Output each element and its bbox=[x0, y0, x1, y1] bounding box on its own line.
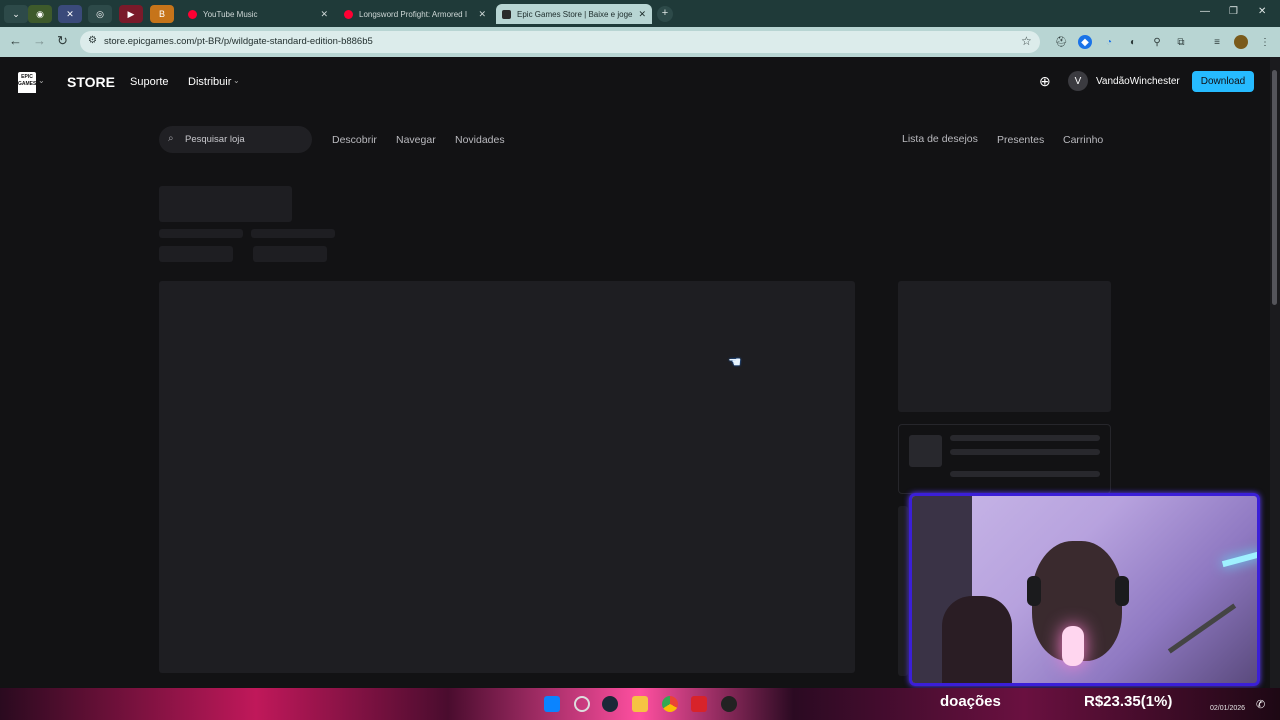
text-skeleton bbox=[950, 471, 1100, 477]
extension-icon[interactable]: ⚲ bbox=[1150, 35, 1164, 49]
tab-label: Longsword Profight: Armored I bbox=[359, 9, 468, 19]
media-carousel-skeleton bbox=[159, 281, 855, 673]
steam-icon[interactable] bbox=[602, 696, 618, 712]
subnav-cart[interactable]: Carrinho bbox=[1063, 134, 1103, 146]
new-tab-button[interactable]: + bbox=[657, 6, 673, 22]
subnav-wishlist[interactable]: Lista de desejos bbox=[902, 133, 978, 145]
text-skeleton bbox=[950, 449, 1100, 455]
extension-icon[interactable]: ⛑ bbox=[1054, 35, 1068, 49]
bookmark-star-icon[interactable]: ☆ bbox=[1021, 34, 1032, 48]
headset bbox=[1027, 576, 1041, 606]
gaming-chair bbox=[942, 596, 1012, 683]
rating-card-skeleton bbox=[898, 424, 1111, 494]
close-icon[interactable]: ✕ bbox=[638, 9, 646, 20]
username[interactable]: VandãoWinchester bbox=[1096, 76, 1180, 87]
site-info-icon[interactable]: ⚙ bbox=[88, 35, 97, 46]
donations-amount: R$23.35(1%) bbox=[1084, 693, 1173, 710]
microphone-light bbox=[1062, 626, 1084, 666]
mic-arm bbox=[1167, 603, 1237, 654]
obs-icon[interactable] bbox=[721, 696, 737, 712]
search-icon[interactable] bbox=[574, 696, 590, 712]
menu-kebab-icon[interactable]: ⋮ bbox=[1258, 35, 1272, 49]
subnav-browse[interactable]: Navegar bbox=[396, 134, 436, 146]
nav-support[interactable]: Suporte bbox=[130, 76, 169, 88]
search-icon: ⌕ bbox=[168, 133, 174, 144]
download-button[interactable]: Download bbox=[1192, 71, 1254, 92]
pinned-tab-icon[interactable]: ▶ bbox=[119, 5, 143, 23]
tab-label: Epic Games Store | Baixe e joge bbox=[517, 9, 633, 19]
tab-longsword[interactable]: Longsword Profight: Armored I ✕ bbox=[338, 4, 492, 24]
forward-icon[interactable]: → bbox=[33, 33, 46, 48]
extension-icon[interactable]: ◔ bbox=[1102, 35, 1116, 49]
text-skeleton bbox=[251, 229, 335, 238]
app-icon[interactable] bbox=[691, 696, 707, 712]
account-avatar[interactable]: V bbox=[1068, 71, 1088, 91]
chrome-icon[interactable] bbox=[662, 696, 678, 712]
profile-avatar[interactable] bbox=[1234, 35, 1248, 49]
back-icon[interactable]: ← bbox=[9, 33, 22, 48]
close-window-icon[interactable]: ✕ bbox=[1258, 6, 1266, 17]
subnav-discover[interactable]: Descobrir bbox=[332, 134, 377, 146]
browser-tab-strip: ⌄ ◉ ✕ ◎ ▶ B YouTube Music ✕ Longsword Pr… bbox=[0, 0, 1280, 27]
text-skeleton bbox=[159, 229, 243, 238]
url-text: store.epicgames.com/pt-BR/p/wildgate-sta… bbox=[104, 36, 373, 47]
logo-skeleton bbox=[898, 281, 1111, 412]
tab-label: YouTube Music bbox=[203, 9, 258, 19]
media-control-icon[interactable]: ≡ bbox=[1210, 35, 1224, 49]
tab-search-icon[interactable]: ⌄ bbox=[4, 5, 28, 23]
extension-icon[interactable]: ◆ bbox=[1078, 35, 1092, 49]
notification-icon[interactable]: ✆ bbox=[1256, 698, 1265, 711]
text-skeleton bbox=[950, 435, 1100, 441]
donations-label: doações bbox=[940, 693, 1001, 710]
tab-youtube-music[interactable]: YouTube Music ✕ bbox=[182, 4, 334, 24]
scrollbar-thumb[interactable] bbox=[1272, 70, 1277, 305]
youtube-icon bbox=[344, 9, 353, 19]
epic-games-logo[interactable]: EPIC GAMES bbox=[18, 72, 36, 93]
chevron-down-icon[interactable]: ⌄ bbox=[38, 76, 45, 85]
tab-epic-games[interactable]: Epic Games Store | Baixe e joge ✕ bbox=[496, 4, 652, 24]
minimize-icon[interactable]: — bbox=[1200, 6, 1210, 17]
pinned-tab-icon[interactable]: ◎ bbox=[88, 5, 112, 23]
address-bar[interactable]: ⚙ store.epicgames.com/pt-BR/p/wildgate-s… bbox=[80, 31, 1040, 53]
pinned-tab-icon[interactable]: ◉ bbox=[28, 5, 52, 23]
title-skeleton bbox=[159, 186, 292, 222]
tag-skeleton bbox=[253, 246, 327, 262]
tag-skeleton bbox=[159, 246, 233, 262]
pinned-tab-icon[interactable]: B bbox=[150, 5, 174, 23]
close-icon[interactable]: ✕ bbox=[478, 9, 486, 20]
search-input[interactable]: ⌕ Pesquisar loja bbox=[159, 126, 312, 153]
globe-icon[interactable]: ⊕ bbox=[1039, 73, 1051, 90]
headset bbox=[1115, 576, 1129, 606]
nav-distribute[interactable]: Distribuir bbox=[188, 76, 231, 88]
file-explorer-icon[interactable] bbox=[632, 696, 648, 712]
close-icon[interactable]: ✕ bbox=[320, 9, 328, 20]
subnav-news[interactable]: Novidades bbox=[455, 134, 505, 146]
maximize-icon[interactable]: ❐ bbox=[1229, 6, 1238, 17]
extensions-puzzle-icon[interactable]: ⧉ bbox=[1174, 35, 1188, 49]
epic-header: EPIC GAMES ⌄ STORE Suporte Distribuir ⌄ … bbox=[0, 57, 1280, 105]
store-link[interactable]: STORE bbox=[67, 74, 115, 90]
windows-start-icon[interactable] bbox=[544, 696, 560, 712]
loading-cursor-icon: ☚ bbox=[728, 354, 742, 371]
search-placeholder: Pesquisar loja bbox=[185, 134, 245, 145]
youtube-music-icon bbox=[188, 9, 197, 19]
details-skeleton bbox=[898, 506, 908, 676]
subnav-gifts[interactable]: Presentes bbox=[997, 134, 1044, 146]
taskbar-clock: 02/01/2026 bbox=[1210, 705, 1246, 712]
extension-icon[interactable]: ◐ bbox=[1126, 35, 1140, 49]
chevron-down-icon: ⌄ bbox=[233, 76, 240, 85]
reload-icon[interactable]: ↻ bbox=[57, 33, 68, 49]
icon-skeleton bbox=[909, 435, 942, 467]
browser-toolbar: ← → ↻ ⚙ store.epicgames.com/pt-BR/p/wild… bbox=[0, 27, 1280, 57]
pinned-tab-icon[interactable]: ✕ bbox=[58, 5, 82, 23]
epic-games-icon bbox=[502, 9, 511, 19]
led-light bbox=[1221, 550, 1257, 568]
webcam-overlay bbox=[909, 493, 1260, 686]
